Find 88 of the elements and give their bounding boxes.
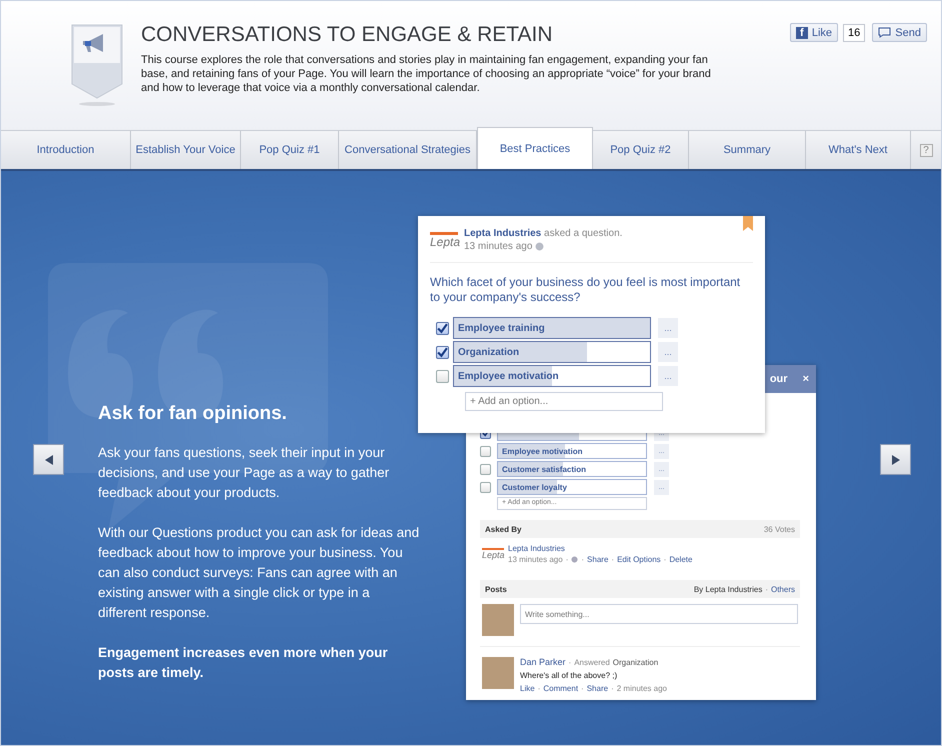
answer-bar[interactable]: Employee motivation xyxy=(453,365,651,387)
answer-action: Answered xyxy=(574,658,610,666)
nav-tab[interactable]: Best Practices xyxy=(477,127,593,169)
post-input-field[interactable]: Write something... xyxy=(520,604,798,624)
globe-icon xyxy=(535,242,544,251)
separator: · xyxy=(566,555,568,564)
bookmark-icon xyxy=(743,216,753,231)
separator: · xyxy=(581,555,584,564)
next-button[interactable] xyxy=(880,444,911,475)
separator: · xyxy=(664,555,666,564)
checkbox[interactable] xyxy=(480,464,491,474)
author-link[interactable]: Dan Parker xyxy=(520,657,566,667)
answer-label: Customer satisfaction xyxy=(501,464,586,474)
post-action: asked a question. xyxy=(544,228,622,239)
nav-tab[interactable]: Pop Quiz #1 xyxy=(241,131,339,169)
comment-text: Where's all of the above? ;) xyxy=(520,671,618,680)
megaphone-badge-icon xyxy=(71,24,123,106)
action-link[interactable]: Share xyxy=(587,555,608,564)
help-button[interactable]: ? xyxy=(920,144,932,156)
separator: · xyxy=(568,658,572,666)
nav-tab[interactable]: Pop Quiz #2 xyxy=(593,131,689,169)
more-button[interactable]: ... xyxy=(658,318,678,338)
company-logo: Lepta xyxy=(482,548,504,560)
answer-label: Employee training xyxy=(457,322,545,334)
answer-bar[interactable]: Customer satisfaction xyxy=(497,461,647,477)
action-link[interactable]: Delete xyxy=(669,555,692,564)
answer-bar[interactable]: Employee motivation xyxy=(497,443,647,459)
nav-tab[interactable]: Summary xyxy=(689,131,806,169)
separator: · xyxy=(765,584,768,594)
answer-name: Organization xyxy=(612,658,658,666)
post-time: 13 minutes ago xyxy=(464,241,532,252)
company-logo: Lepta xyxy=(430,232,458,248)
checkbox[interactable] xyxy=(436,322,449,334)
separator: · xyxy=(538,684,540,693)
answer-label: Employee motivation xyxy=(501,446,582,456)
checkbox[interactable] xyxy=(480,446,491,456)
section-label: Posts xyxy=(485,584,507,594)
like-count: 16 xyxy=(843,24,866,42)
comment-time: 2 minutes ago xyxy=(616,684,668,693)
previous-button[interactable] xyxy=(33,444,64,475)
close-button[interactable]: × xyxy=(800,373,812,385)
posts-filter: By Lepta Industries xyxy=(694,584,762,594)
answer-label: Organization xyxy=(457,346,520,358)
send-button[interactable]: Send xyxy=(872,23,927,42)
nav-tab[interactable]: What's Next xyxy=(806,131,911,169)
separator: · xyxy=(611,684,614,693)
answer-bar[interactable]: Organization xyxy=(453,341,651,363)
answer-bar[interactable]: Employee training xyxy=(453,317,651,339)
author-link[interactable]: Lepta Industries xyxy=(464,228,542,239)
action-link[interactable]: Edit Options xyxy=(617,555,661,564)
question-text: Which facet of your business do you feel is most important to your company's success? xyxy=(430,275,742,305)
author-link[interactable]: Lepta Industries xyxy=(508,544,692,553)
nav-tab[interactable]: Establish Your Voice xyxy=(131,131,241,169)
separator: · xyxy=(611,555,614,564)
nav-tab[interactable]: Conversational Strategies xyxy=(339,131,477,169)
slide-heading: Ask for fan opinions. xyxy=(98,403,288,425)
checkbox[interactable] xyxy=(436,370,449,382)
vote-count: 36 Votes xyxy=(764,524,795,534)
globe-icon xyxy=(571,556,578,563)
action-link[interactable]: Like xyxy=(520,684,535,693)
course-description: This course explores the role that conversations and stories play in maintaining fan engagement, expanding your fan base, and retaining fans of your Page. You will learn the importance of choosing an appropriate “voice” for your brand and how to leverage that voice via a monthly conversational calendar. xyxy=(141,53,711,95)
dialog-title: our xyxy=(770,373,788,385)
others-link[interactable]: Others xyxy=(770,584,795,594)
left-triangle-icon xyxy=(44,454,52,464)
more-button[interactable]: ... xyxy=(658,342,678,362)
answer-label: Customer loyalty xyxy=(501,482,567,492)
action-link[interactable]: Share xyxy=(586,684,608,693)
avatar-placeholder xyxy=(482,604,514,636)
section-label: Asked By xyxy=(485,524,522,534)
slide-paragraph: With our Questions product you can ask for ideas and feedback about how to improve your business. You can also conduct surveys: Fans can agree with an existing answer with a single click or type in a different response. xyxy=(98,524,420,622)
right-triangle-icon xyxy=(892,454,900,464)
post-time: 13 minutes ago xyxy=(508,555,563,564)
avatar-placeholder xyxy=(482,657,514,689)
separator: · xyxy=(581,684,584,693)
checkbox[interactable] xyxy=(480,482,491,492)
page-title: CONVERSATIONS TO ENGAGE & RETAIN xyxy=(141,23,554,47)
slide-paragraph: Ask your fans questions, seek their input in your decisions, and use your Page as a way to gather feedback about your products. xyxy=(98,444,390,502)
action-link[interactable]: Comment xyxy=(543,684,578,693)
answer-label: Employee motivation xyxy=(457,370,559,382)
like-button[interactable]: f Like xyxy=(790,23,838,42)
add-option-field[interactable]: + Add an option... xyxy=(465,392,663,411)
facebook-icon: f xyxy=(796,26,808,38)
checkbox[interactable] xyxy=(436,346,449,358)
nav-tab[interactable]: Introduction xyxy=(1,131,131,169)
more-button[interactable]: ... xyxy=(658,366,678,386)
speech-bubble-icon xyxy=(878,27,892,38)
answer-bar[interactable]: Customer loyalty xyxy=(497,479,647,495)
slide-paragraph: Engagement increases even more when your posts are timely. xyxy=(98,644,389,682)
